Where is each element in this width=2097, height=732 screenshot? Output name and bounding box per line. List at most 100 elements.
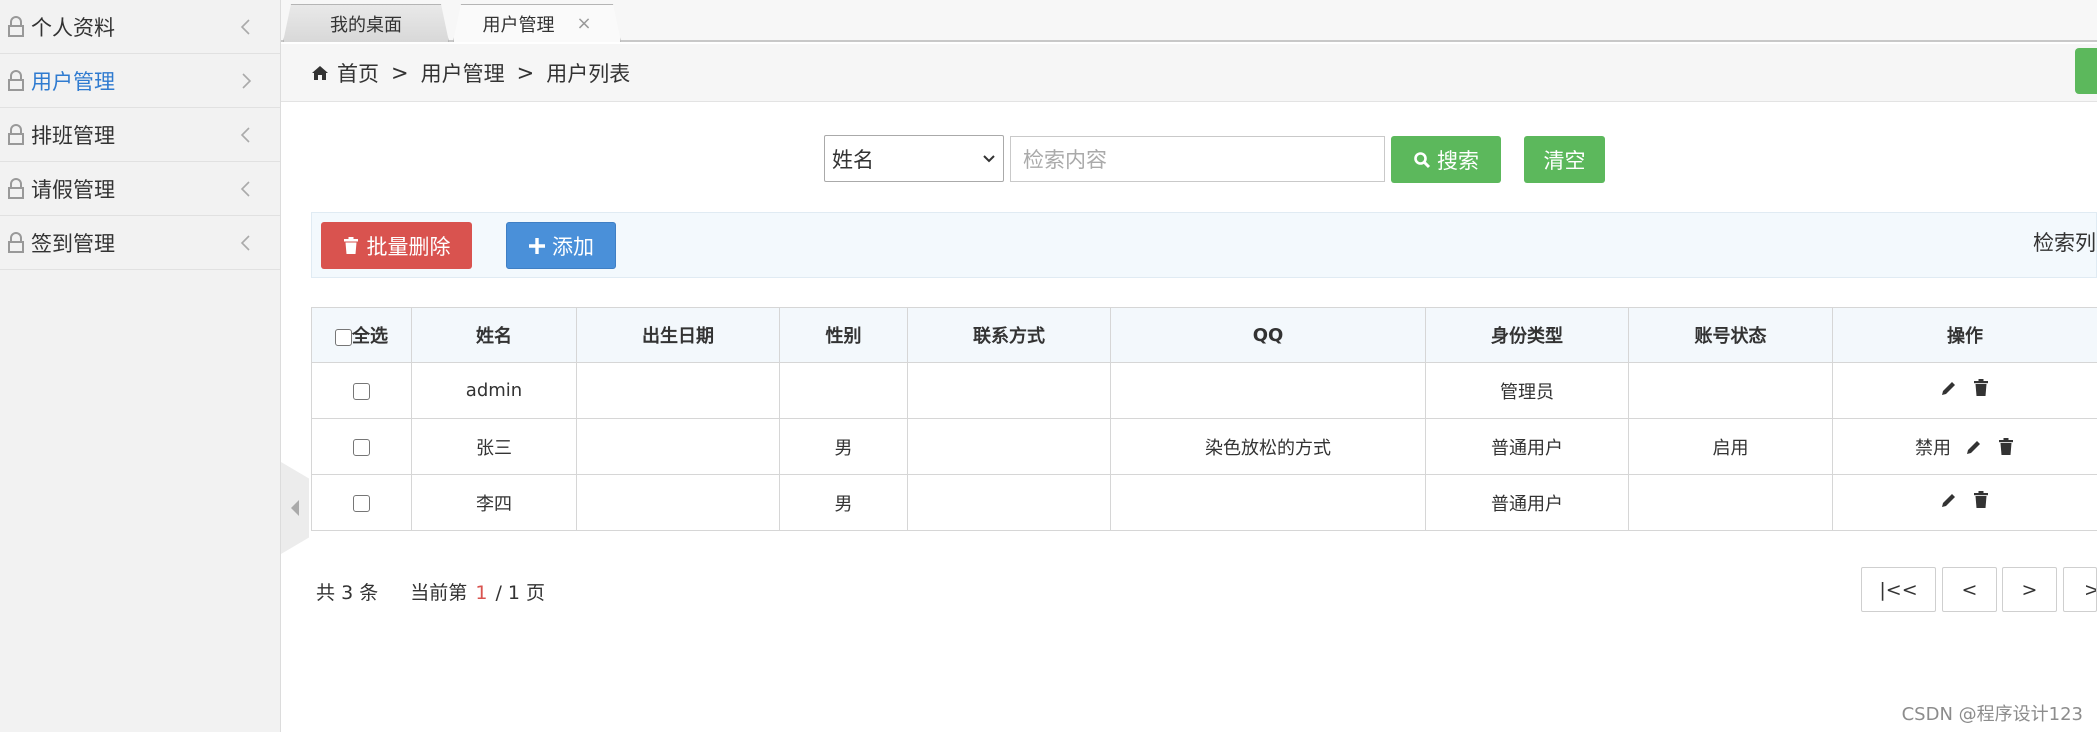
sidebar: 个人资料 用户管理 排班管理 请假管理 签到管理 (0, 0, 281, 732)
sidebar-item-label: 签到管理 (31, 231, 115, 256)
caret-left-icon (291, 500, 299, 516)
cell-contact (907, 418, 1111, 475)
lock-icon (8, 69, 24, 91)
cell-birth (576, 362, 780, 419)
edit-icon[interactable] (1965, 438, 1983, 456)
tab-label: 用户管理 (482, 14, 555, 36)
total-prefix: 共 (316, 582, 336, 604)
delete-icon[interactable] (1972, 379, 1990, 397)
add-button-label: 添加 (552, 234, 594, 259)
disable-link[interactable]: 禁用 (1915, 434, 1951, 460)
chevron-right-icon (242, 73, 252, 89)
breadcrumb-user-management[interactable]: 用户管理 (421, 58, 505, 88)
search-field-value: 姓名 (832, 147, 874, 172)
plus-icon (529, 237, 545, 254)
action-toolbar: 批量删除 添加 检索列 (311, 212, 2097, 278)
sidebar-item-schedule[interactable]: 排班管理 (0, 108, 280, 162)
current-prefix: 当前第 (410, 582, 468, 604)
row-checkbox[interactable] (353, 494, 370, 512)
last-page-button[interactable]: >> (2063, 567, 2097, 612)
cell-gender: 男 (779, 474, 908, 531)
table-header-row: 全选 姓名 出生日期 性别 联系方式 QQ 身份类型 账号状态 操作 (311, 307, 2097, 363)
lock-icon (8, 177, 24, 199)
batch-delete-button[interactable]: 批量删除 (321, 222, 472, 269)
tab-user-management[interactable]: 用户管理 × (453, 4, 621, 42)
watermark: CSDN @程序设计123 (1901, 704, 2083, 725)
search-field-select[interactable]: 姓名 (824, 135, 1004, 182)
column-header: QQ (1110, 307, 1426, 363)
lock-icon (8, 123, 24, 145)
add-button[interactable]: 添加 (506, 222, 616, 269)
cell-status: 启用 (1628, 418, 1833, 475)
trash-icon (343, 236, 358, 254)
search-button[interactable]: 搜索 (1391, 136, 1501, 183)
column-header: 联系方式 (907, 307, 1111, 363)
refresh-button[interactable] (2075, 48, 2097, 94)
app-root: 个人资料 用户管理 排班管理 请假管理 签到管理 我的桌面 用户管理 × 首页 … (0, 0, 2097, 732)
total-count: 3 (341, 582, 354, 604)
table-row: admin 管理员 (311, 362, 2097, 419)
search-input[interactable]: 检索内容 (1010, 136, 1385, 182)
first-page-button[interactable]: |<< (1861, 567, 1936, 612)
close-icon[interactable]: × (576, 13, 591, 34)
sidebar-item-checkin[interactable]: 签到管理 (0, 216, 280, 270)
prev-page-button[interactable]: < (1942, 567, 1997, 612)
sidebar-item-label: 个人资料 (31, 15, 115, 40)
select-all-header[interactable]: 全选 (311, 307, 412, 363)
sidebar-collapse-toggle[interactable] (281, 462, 309, 554)
cell-qq (1110, 474, 1426, 531)
breadcrumb-home[interactable]: 首页 (337, 58, 379, 88)
cell-name: admin (411, 362, 577, 419)
home-icon (312, 65, 328, 80)
delete-icon[interactable] (1997, 437, 2015, 456)
column-header: 账号状态 (1628, 307, 1833, 363)
table-row: 张三 男 染色放松的方式 普通用户 启用 禁用 (311, 418, 2097, 475)
batch-delete-label: 批量删除 (366, 234, 451, 259)
tab-label: 我的桌面 (330, 14, 402, 36)
search-icon (1414, 151, 1431, 168)
next-page-button[interactable]: > (2002, 567, 2057, 612)
prev-page-label: < (1961, 578, 1978, 601)
column-header: 出生日期 (576, 307, 780, 363)
delete-icon[interactable] (1972, 491, 1990, 509)
chevron-left-icon (240, 19, 250, 35)
cell-name: 张三 (411, 418, 577, 475)
breadcrumb-separator: > (391, 60, 409, 85)
cell-status (1628, 362, 1833, 419)
user-table: 全选 姓名 出生日期 性别 联系方式 QQ 身份类型 账号状态 操作 admin… (311, 307, 2097, 531)
cell-qq (1110, 362, 1426, 419)
tab-desktop[interactable]: 我的桌面 (283, 4, 449, 42)
sidebar-item-label: 用户管理 (31, 69, 115, 94)
search-placeholder: 检索内容 (1023, 148, 1107, 172)
cell-actions: 禁用 (1832, 418, 2097, 475)
total-suffix: 条 (359, 582, 379, 604)
select-all-checkbox[interactable] (335, 328, 352, 346)
cell-role: 管理员 (1425, 362, 1629, 419)
cell-actions (1832, 362, 2097, 419)
search-button-label: 搜索 (1437, 148, 1479, 173)
sidebar-item-label: 排班管理 (31, 123, 115, 148)
cell-role: 普通用户 (1425, 474, 1629, 531)
clear-button[interactable]: 清空 (1524, 136, 1605, 183)
row-checkbox[interactable] (353, 438, 370, 456)
row-checkbox[interactable] (353, 382, 370, 400)
cell-gender: 男 (779, 418, 908, 475)
select-all-label: 全选 (352, 326, 388, 347)
cell-gender (779, 362, 908, 419)
sidebar-item-profile[interactable]: 个人资料 (0, 0, 280, 54)
last-page-label: >> (2084, 579, 2096, 601)
table-row: 李四 男 普通用户 (311, 474, 2097, 531)
current-page: 1 (475, 582, 488, 604)
tab-bar: 我的桌面 用户管理 × (281, 0, 2097, 42)
chevron-left-icon (240, 235, 250, 251)
toolbar-right-text[interactable]: 检索列 (2033, 227, 2096, 257)
lock-icon (8, 231, 24, 253)
clear-button-label: 清空 (1543, 148, 1586, 173)
sidebar-item-leave[interactable]: 请假管理 (0, 162, 280, 216)
edit-icon[interactable] (1940, 491, 1958, 509)
sidebar-item-users[interactable]: 用户管理 (0, 54, 280, 108)
first-page-label: |<< (1879, 578, 1918, 601)
chevron-down-icon (983, 155, 995, 163)
cell-contact (907, 474, 1111, 531)
edit-icon[interactable] (1940, 379, 1958, 397)
